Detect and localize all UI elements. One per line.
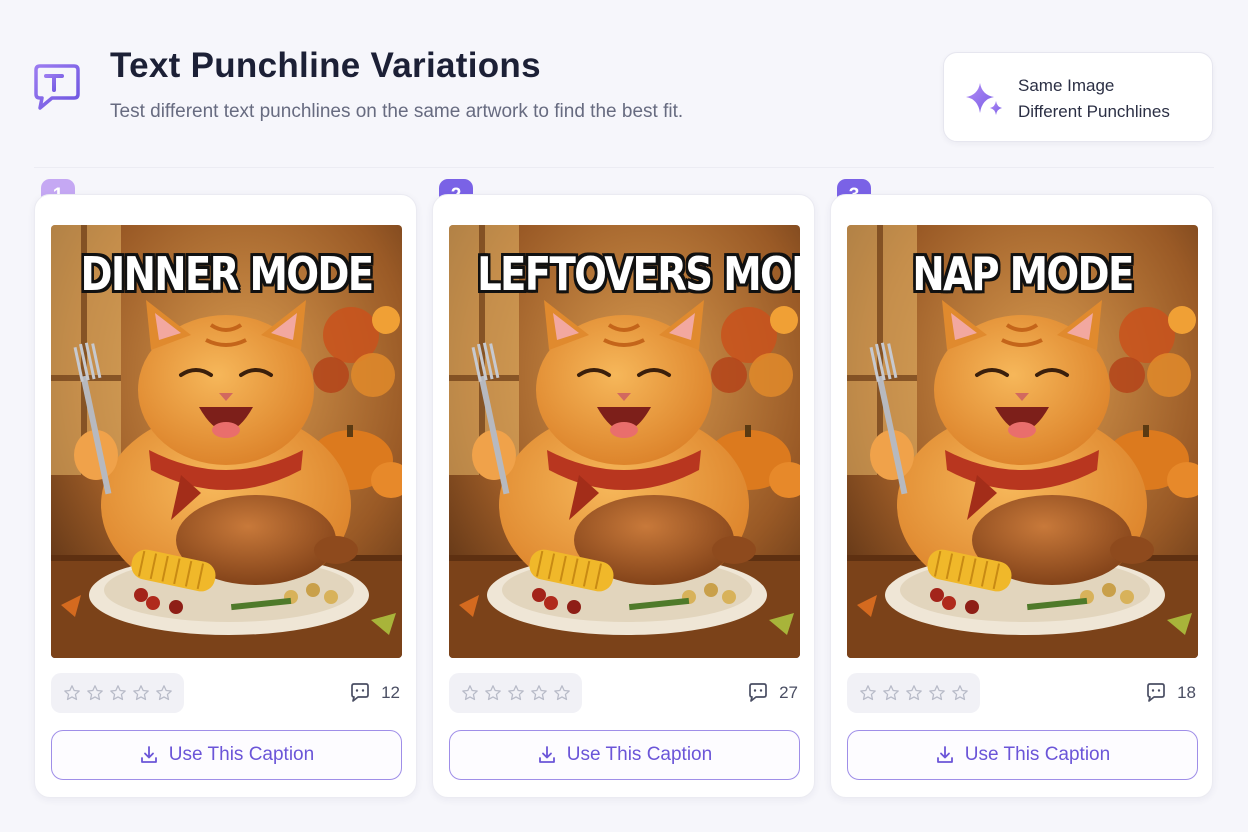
variation-card: DINNER MODE 12 Use This Caption — [34, 194, 417, 798]
star-icon[interactable] — [951, 684, 969, 702]
star-icon[interactable] — [155, 684, 173, 702]
star-icon[interactable] — [132, 684, 150, 702]
sparkles-icon — [966, 83, 1002, 115]
star-rating[interactable] — [847, 673, 980, 713]
comment-icon — [349, 682, 371, 704]
star-icon[interactable] — [859, 684, 877, 702]
comment-icon — [747, 682, 769, 704]
header-divider — [34, 167, 1214, 168]
star-icon[interactable] — [507, 684, 525, 702]
comment-count-value: 18 — [1177, 683, 1196, 702]
download-icon — [935, 745, 955, 765]
star-rating[interactable] — [449, 673, 582, 713]
use-caption-button[interactable]: Use This Caption — [449, 730, 800, 780]
use-caption-button[interactable]: Use This Caption — [51, 730, 402, 780]
comment-count[interactable]: 12 — [349, 682, 400, 704]
use-caption-label: Use This Caption — [964, 744, 1111, 765]
star-rating[interactable] — [51, 673, 184, 713]
star-icon[interactable] — [882, 684, 900, 702]
info-badge: Same Image Different Punchlines — [943, 52, 1213, 142]
download-icon — [139, 745, 159, 765]
star-icon[interactable] — [905, 684, 923, 702]
star-icon[interactable] — [109, 684, 127, 702]
meme-image: DINNER MODE — [51, 225, 402, 658]
use-caption-label: Use This Caption — [168, 744, 315, 765]
chat-text-icon — [34, 64, 80, 110]
badge-line-1: Same Image — [1018, 76, 1115, 95]
star-icon[interactable] — [553, 684, 571, 702]
page-subtitle: Test different text punchlines on the sa… — [110, 101, 684, 122]
variation-card: NAP MODE 18 Use This Caption — [830, 194, 1213, 798]
meme-image: LEFTOVERS MODE — [449, 225, 800, 658]
star-icon[interactable] — [530, 684, 548, 702]
comment-count-value: 27 — [779, 683, 798, 702]
badge-line-2: Different Punchlines — [1018, 102, 1170, 121]
star-icon[interactable] — [928, 684, 946, 702]
star-icon[interactable] — [86, 684, 104, 702]
use-caption-label: Use This Caption — [566, 744, 713, 765]
caption-text: DINNER MODE — [80, 247, 374, 301]
variation-card: LEFTOVERS MODE 27 Use This Caption — [432, 194, 815, 798]
caption-text: NAP MODE — [912, 247, 1134, 301]
use-caption-button[interactable]: Use This Caption — [847, 730, 1198, 780]
page-title: Text Punchline Variations — [110, 46, 541, 85]
star-icon[interactable] — [461, 684, 479, 702]
star-icon[interactable] — [484, 684, 502, 702]
comment-count[interactable]: 27 — [747, 682, 798, 704]
caption-text: LEFTOVERS MODE — [477, 247, 800, 301]
comment-icon — [1145, 682, 1167, 704]
star-icon[interactable] — [63, 684, 81, 702]
comment-count[interactable]: 18 — [1145, 682, 1196, 704]
meme-image: NAP MODE — [847, 225, 1198, 658]
app-frame: Text Punchline Variations Test different… — [0, 0, 1248, 832]
comment-count-value: 12 — [381, 683, 400, 702]
page-header: Text Punchline Variations Test different… — [0, 0, 1248, 168]
download-icon — [537, 745, 557, 765]
